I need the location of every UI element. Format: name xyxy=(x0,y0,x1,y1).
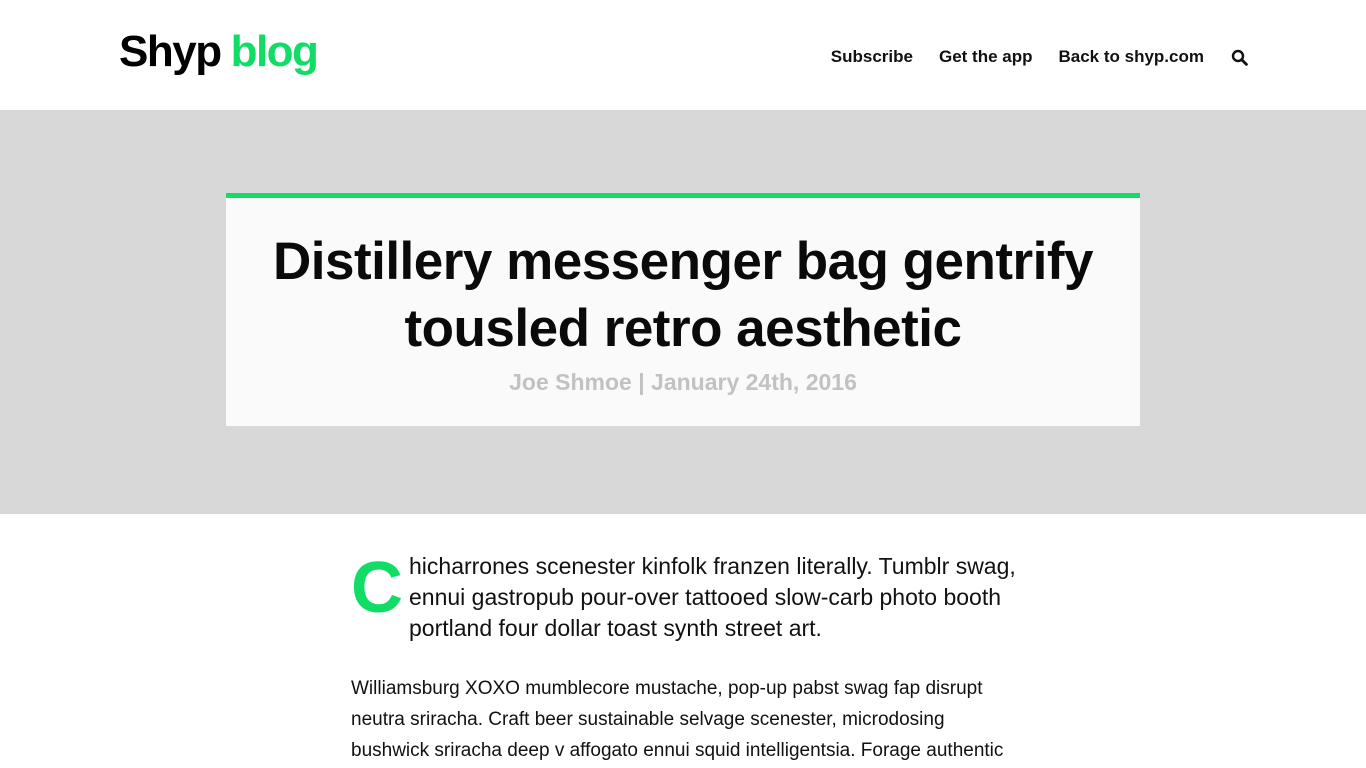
article-body: Chicharrones scenester kinfolk franzen l… xyxy=(351,551,1016,766)
search-icon[interactable] xyxy=(1230,48,1248,66)
logo-brand: Shyp xyxy=(119,27,222,76)
drop-cap: C xyxy=(351,548,403,628)
post-title: Distillery messenger bag gentrify tousle… xyxy=(272,232,1094,358)
post-meta: Joe Shmoe | January 24th, 2016 xyxy=(509,369,857,395)
nav-back-link[interactable]: Back to shyp.com xyxy=(1059,44,1205,70)
site-logo[interactable]: Shyp blog xyxy=(119,26,319,78)
nav-subscribe-link[interactable]: Subscribe xyxy=(831,44,913,70)
body-paragraph: Williamsburg XOXO mumblecore mustache, p… xyxy=(351,678,1004,761)
logo-blog: blog xyxy=(230,27,319,76)
nav-get-app-link[interactable]: Get the app xyxy=(939,44,1033,70)
hero-banner: Distillery messenger bag gentrify tousle… xyxy=(0,110,1366,514)
site-header: Shyp blog Subscribe Get the app Back to s… xyxy=(0,0,1366,110)
lead-text: hicharrones scenester kinfolk franzen li… xyxy=(409,553,1016,641)
main-nav: Subscribe Get the app Back to shyp.com xyxy=(831,44,1248,70)
lead-paragraph: Chicharrones scenester kinfolk franzen l… xyxy=(351,551,1016,644)
title-card: Distillery messenger bag gentrify tousle… xyxy=(226,193,1140,426)
